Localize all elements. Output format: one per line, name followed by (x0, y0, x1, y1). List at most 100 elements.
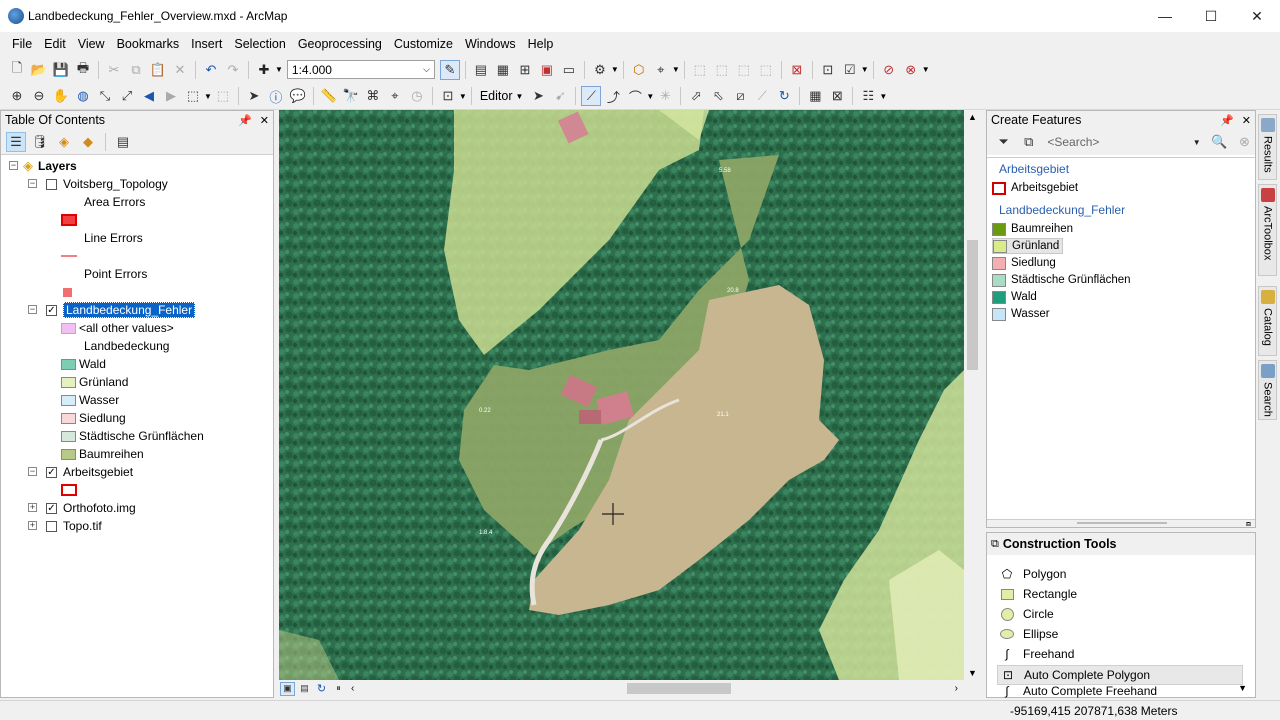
clear-errors-icon[interactable]: ⊗ (901, 60, 921, 80)
rotate-icon[interactable]: ↻ (774, 86, 794, 106)
collapse-topology-toggle[interactable]: − (28, 179, 37, 188)
create-features-icon[interactable]: ☷ (858, 86, 878, 106)
edit-annotation-icon[interactable]: ➹ (550, 86, 570, 106)
menu-insert[interactable]: Insert (185, 37, 228, 51)
scroll-down-arrow[interactable]: ▼ (964, 668, 981, 678)
menu-edit[interactable]: Edit (38, 37, 72, 51)
editor-menu-button[interactable]: Editor ▼ (476, 89, 528, 103)
measure-icon[interactable]: 📏 (319, 86, 339, 106)
cut-icon[interactable]: ✂ (104, 60, 124, 80)
previous-extent-icon[interactable]: ◀ (139, 86, 159, 106)
undo-icon[interactable]: ↶ (201, 60, 221, 80)
template-baumreihen[interactable]: Baumreihen (992, 221, 1073, 237)
fix-topology-icon[interactable]: ⬚ (734, 60, 754, 80)
find-route-icon[interactable]: ⌘ (363, 86, 383, 106)
model-builder-icon[interactable]: ⚙ (590, 60, 610, 80)
pin-icon[interactable]: 📌 (1220, 114, 1234, 127)
open-folder-icon[interactable]: 📂 (29, 60, 49, 80)
tool-polygon[interactable]: ⬠ Polygon (999, 564, 1067, 584)
map-canvas[interactable]: 5.58 20.8 0.22 21.1 1.8.4 (279, 110, 964, 680)
save-icon[interactable]: 💾 (51, 60, 71, 80)
fixed-zoom-in-icon[interactable]: ⤡ (95, 86, 115, 106)
map-vertical-scrollbar[interactable]: ▲ ▼ (964, 110, 981, 680)
html-popup-icon[interactable]: 💬 (288, 86, 308, 106)
template-wasser[interactable]: Wasser (992, 306, 1050, 322)
arctoolbox-icon[interactable]: ▣ (537, 60, 557, 80)
organize-templates-icon[interactable]: ⧉ (1019, 132, 1038, 152)
add-data-icon[interactable]: ✚ (254, 60, 274, 80)
copy-icon[interactable]: ⧉ (126, 60, 146, 80)
list-by-selection-icon[interactable]: ◆ (78, 132, 98, 152)
dock-tab-results[interactable]: Results (1258, 114, 1277, 180)
topology-icon[interactable]: ⬡ (629, 60, 649, 80)
menu-geoprocessing[interactable]: Geoprocessing (292, 37, 388, 51)
edit-tool-icon[interactable]: ➤ (528, 86, 548, 106)
layer-visibility-checkbox[interactable]: ✓ (46, 304, 57, 316)
delete-icon[interactable]: ✕ (170, 60, 190, 80)
tool-auto-complete-polygon[interactable]: ⊡ Auto Complete Polygon (997, 665, 1243, 685)
layer-visibility-checkbox[interactable] (46, 178, 57, 190)
panel-splitter[interactable]: ⧈ (987, 519, 1255, 529)
validate-extent-icon[interactable]: ⬚ (712, 60, 732, 80)
validate-topology-icon[interactable]: ⬚ (690, 60, 710, 80)
scroll-thumb[interactable] (967, 240, 978, 370)
menu-customize[interactable]: Customize (388, 37, 459, 51)
pin-icon[interactable]: 📌 (238, 114, 252, 127)
map-scale-dropdown[interactable]: 1:4.000 ⌵ (286, 60, 435, 79)
close-button[interactable]: ✕ (1234, 0, 1280, 32)
scroll-up-arrow[interactable]: ▲ (964, 112, 981, 122)
layer-arbeitsgebiet[interactable]: ✓ Arbeitsgebiet (46, 463, 133, 481)
attributes-icon[interactable]: ▦ (805, 86, 825, 106)
layout-view-icon[interactable]: ▤ (297, 682, 312, 696)
list-by-drawing-order-icon[interactable]: ☰ (6, 131, 26, 152)
menu-windows[interactable]: Windows (459, 37, 522, 51)
menu-bookmarks[interactable]: Bookmarks (111, 37, 186, 51)
dock-tab-catalog[interactable]: Catalog (1258, 286, 1277, 356)
menu-help[interactable]: Help (522, 37, 560, 51)
pan-hand-icon[interactable]: ✋ (51, 86, 71, 106)
zoom-out-icon[interactable]: ⊖ (29, 86, 49, 106)
layer-voitsberg-topology[interactable]: Voitsberg_Topology (46, 175, 168, 193)
expand-topo-toggle[interactable]: + (28, 521, 37, 530)
menu-selection[interactable]: Selection (228, 37, 291, 51)
scroll-right-arrow[interactable]: › (955, 683, 958, 694)
new-document-icon[interactable]: 🗋 (7, 60, 27, 80)
layer-visibility-checkbox[interactable] (46, 520, 57, 532)
tool-ellipse[interactable]: Ellipse (999, 624, 1058, 644)
select-topology-icon[interactable]: ☑ (840, 60, 860, 80)
pause-drawing-icon[interactable]: ⏸ (331, 682, 346, 696)
expand-orthofoto-toggle[interactable]: + (28, 503, 37, 512)
collapse-panel-icon[interactable]: ⧈ (1246, 519, 1251, 529)
straight-segment-icon[interactable]: ⟋ (581, 86, 602, 106)
find-binoculars-icon[interactable]: 🔭 (341, 86, 361, 106)
edit-vertices-icon[interactable]: ⬀ (686, 86, 706, 106)
collapse-layers-toggle[interactable]: − (9, 161, 18, 170)
topology-edit-icon[interactable]: ⊠ (787, 60, 807, 80)
chevron-down-icon[interactable]: ▼ (1238, 683, 1247, 693)
python-window-icon[interactable]: ▭ (559, 60, 579, 80)
snapping-icon[interactable]: ⌖ (651, 60, 671, 80)
trace-icon[interactable]: ⌒ (625, 86, 645, 106)
split-tool-icon[interactable]: ⟋ (752, 86, 772, 106)
layer-landbedeckung-fehler[interactable]: ✓ Landbedeckung_Fehler (46, 301, 196, 319)
editor-toolbar-toggle-icon[interactable]: ✎ (439, 59, 460, 80)
catalog-window-icon[interactable]: ▦ (493, 60, 513, 80)
clear-selection-icon[interactable]: ⬚ (213, 86, 233, 106)
time-slider-icon[interactable]: ◷ (407, 86, 427, 106)
collapse-landbedeckung-toggle[interactable]: − (28, 305, 37, 314)
next-extent-icon[interactable]: ▶ (161, 86, 181, 106)
horizontal-scrollbar-track[interactable] (354, 680, 954, 697)
template-wald[interactable]: Wald (992, 289, 1037, 305)
layout-view-icon[interactable]: ▤ (471, 60, 491, 80)
toc-options-icon[interactable]: ▤ (113, 132, 133, 152)
cut-polygons-icon[interactable]: ⧄ (730, 86, 750, 106)
tool-circle[interactable]: Circle (999, 604, 1054, 624)
template-gruenland[interactable]: Grünland (992, 238, 1064, 254)
maximize-button[interactable]: ☐ (1188, 0, 1234, 32)
full-extent-globe-icon[interactable]: ◍ (73, 86, 93, 106)
dock-tab-arctoolbox[interactable]: ArcToolbox (1258, 184, 1277, 276)
layers-root[interactable]: ◈ Layers (23, 157, 77, 175)
template-search-input[interactable]: <Search> ▼ (1043, 133, 1204, 151)
select-elements-arrow-icon[interactable]: ➤ (244, 86, 264, 106)
close-icon[interactable]: ✕ (260, 114, 269, 127)
